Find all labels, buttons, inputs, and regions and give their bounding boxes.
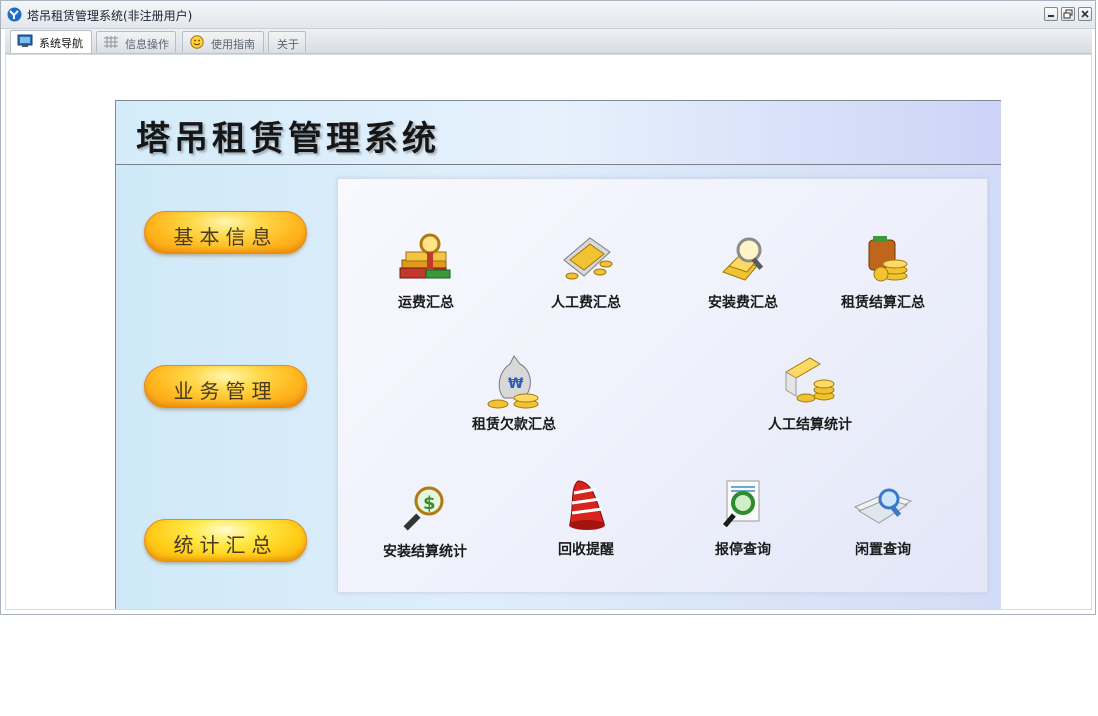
idle-query-item[interactable]: 闲置查询 — [818, 477, 948, 567]
minimize-button[interactable] — [1044, 7, 1058, 21]
item-label: 租赁欠款汇总 — [472, 417, 556, 433]
item-label: 运费汇总 — [398, 295, 454, 311]
lease-arrears-summary-item[interactable]: ₩ 租赁欠款汇总 — [449, 352, 579, 442]
item-label: 人工费汇总 — [551, 295, 621, 311]
svg-text:$: $ — [423, 493, 436, 514]
books-magnifier-icon — [399, 233, 451, 279]
system-title: 塔吊租赁管理系统 — [136, 119, 440, 159]
app-logo-icon — [7, 7, 22, 22]
tab-about[interactable]: 关于 — [268, 31, 306, 52]
tab-label: 系统导航 — [39, 37, 83, 50]
gold-magnifier-icon — [722, 237, 764, 281]
title-bar[interactable]: 塔吊租赁管理系统(非注册用户) — [1, 1, 1095, 29]
document-magnifier-icon — [722, 480, 760, 528]
svg-text:₩: ₩ — [508, 376, 524, 392]
smiley-icon — [190, 35, 204, 49]
tab-label: 使用指南 — [211, 38, 255, 51]
navigation-panel: 塔吊租赁管理系统 基本信息 业务管理 统计汇总 运费汇总 人工费汇总 安装费汇总… — [115, 100, 1001, 609]
button-label: 统计汇总 — [173, 533, 278, 557]
coin-tray-icon — [563, 237, 613, 280]
close-icon — [1081, 10, 1089, 18]
lease-settlement-summary-item[interactable]: 租赁结算汇总 — [818, 230, 948, 320]
papers-magnifier-icon — [853, 488, 913, 524]
button-label: 基本信息 — [173, 225, 278, 249]
minimize-icon — [1048, 15, 1054, 17]
wallet-coins-icon — [868, 236, 908, 282]
item-label: 租赁结算汇总 — [841, 295, 925, 311]
business-management-button[interactable]: 业务管理 — [144, 365, 307, 408]
money-bag-icon: ₩ — [487, 355, 539, 409]
restore-button[interactable] — [1061, 7, 1075, 21]
tab-label: 信息操作 — [125, 38, 169, 51]
item-label: 安装费汇总 — [708, 295, 778, 311]
stop-report-query-item[interactable]: 报停查询 — [678, 477, 808, 567]
basic-info-button[interactable]: 基本信息 — [144, 211, 307, 254]
gold-bars-icon — [785, 357, 835, 403]
installation-fee-summary-item[interactable]: 安装费汇总 — [678, 230, 808, 320]
dollar-magnifier-icon: $ — [403, 486, 444, 531]
tab-system-nav[interactable]: 系统导航 — [10, 30, 92, 53]
recycle-reminder-item[interactable]: 回收提醒 — [521, 477, 651, 567]
grid-icon — [104, 36, 118, 48]
tab-label: 关于 — [277, 38, 299, 51]
labor-cost-summary-item[interactable]: 人工费汇总 — [521, 230, 651, 320]
header-banner: 塔吊租赁管理系统 — [116, 101, 1001, 165]
restore-icon — [1063, 9, 1073, 19]
labor-settlement-stats-item[interactable]: 人工结算统计 — [745, 352, 875, 442]
monitor-icon — [17, 34, 33, 47]
alarm-bell-icon — [569, 480, 605, 530]
tab-info-ops[interactable]: 信息操作 — [96, 31, 176, 52]
item-label: 报停查询 — [715, 542, 771, 558]
function-grid: 运费汇总 人工费汇总 安装费汇总 租赁结算汇总 ₩ 租赁欠款汇总 人工结算统计 … — [337, 178, 988, 593]
freight-summary-item[interactable]: 运费汇总 — [361, 230, 491, 320]
item-label: 闲置查询 — [855, 542, 911, 558]
window-title: 塔吊租赁管理系统(非注册用户) — [27, 9, 193, 23]
tab-bar: 系统导航 信息操作 使用指南 关于 — [5, 29, 1092, 54]
statistics-summary-button[interactable]: 统计汇总 — [144, 519, 307, 562]
button-label: 业务管理 — [173, 379, 278, 403]
item-label: 人工结算统计 — [768, 417, 852, 433]
item-label: 回收提醒 — [558, 542, 614, 558]
close-button[interactable] — [1078, 7, 1092, 21]
tab-user-guide[interactable]: 使用指南 — [182, 31, 264, 52]
item-label: 安装结算统计 — [383, 544, 467, 560]
installation-settlement-stats-item[interactable]: $ 安装结算统计 — [360, 479, 490, 569]
